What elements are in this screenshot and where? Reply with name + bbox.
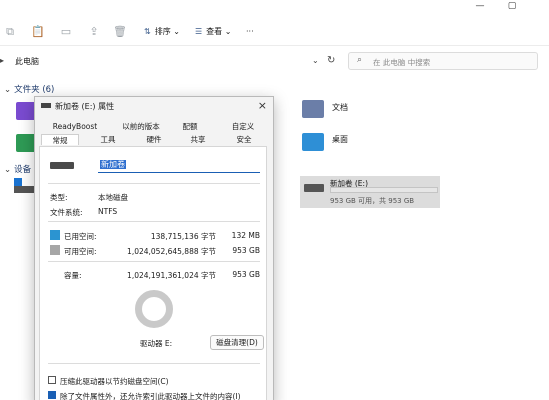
view-icon: ☰ — [195, 27, 203, 36]
used-space-label: 已用空间: — [64, 232, 97, 241]
desktop-folder-icon[interactable] — [302, 133, 324, 151]
disk-usage-donut — [135, 290, 173, 328]
tab-hardware[interactable]: 硬件 — [137, 134, 171, 145]
view-button[interactable]: ☰ 查看 ⌄ — [195, 25, 231, 39]
tab-strip: ReadyBoost 以前的版本 配额 自定义 常规 工具 硬件 共享 安全 — [39, 121, 267, 147]
tab-sharing[interactable]: 共享 — [181, 134, 215, 145]
minimize-button[interactable]: — — [465, 0, 495, 12]
free-space-swatch — [50, 245, 60, 255]
drive-usage-bar — [330, 187, 438, 193]
dialog-title: 新加卷 (E:) 属性 — [55, 102, 115, 111]
free-space-bytes: 1,024,052,645,888 字节 — [127, 247, 216, 256]
capacity-bytes: 1,024,191,361,024 字节 — [127, 271, 216, 280]
sort-label: 排序 — [154, 27, 171, 36]
dialog-titlebar[interactable]: 新加卷 (E:) 属性 × — [35, 97, 273, 115]
used-space-bytes: 138,715,136 字节 — [150, 232, 216, 241]
type-value: 本地磁盘 — [98, 193, 128, 202]
documents-folder-icon[interactable] — [302, 100, 324, 118]
used-space-size: 132 MB — [231, 231, 260, 240]
tab-previous-versions[interactable]: 以前的版本 — [115, 121, 167, 132]
devices-section-header[interactable]: ⌄ 设备 — [4, 163, 31, 175]
folders-section-header[interactable]: ⌄ 文件夹 (6) — [4, 83, 54, 95]
filesystem-value: NTFS — [98, 207, 118, 216]
compress-label: 压缩此驱动器以节约磁盘空间(C) — [60, 377, 169, 386]
drive-c-icon[interactable] — [14, 186, 36, 193]
tab-quota[interactable]: 配额 — [173, 121, 207, 132]
tab-readyboost[interactable]: ReadyBoost — [49, 121, 101, 132]
maximize-button[interactable]: ▢ — [497, 0, 527, 12]
tab-customize[interactable]: 自定义 — [223, 121, 263, 132]
breadcrumb[interactable]: 此电脑 — [15, 56, 39, 67]
chevron-down-icon: ⌄ — [173, 27, 180, 36]
disk-cleanup-button[interactable]: 磁盘清理(D) — [210, 335, 264, 350]
capacity-label: 容量: — [64, 271, 82, 280]
index-label: 除了文件属性外，还允许索引此驱动器上文件的内容(I) — [60, 392, 241, 400]
divider — [48, 363, 260, 364]
command-bar: ⧉ 📋 ▭ ⇪ 🗑 ⇅ 排序 ⌄ ☰ 查看 ⌄ ··· — [0, 18, 549, 46]
devices-header-text: 设备 — [14, 165, 32, 175]
free-space-label: 可用空间: — [64, 247, 97, 256]
divider — [48, 183, 260, 184]
free-space-size: 953 GB — [232, 246, 260, 255]
drive-letter-label: 驱动器 E: — [140, 339, 173, 348]
search-icon: ⌕ — [357, 55, 363, 65]
volume-name-value: 新加卷 — [100, 160, 126, 169]
chevron-down-icon[interactable]: ⌄ — [312, 56, 319, 65]
chevron-down-icon: ⌄ — [224, 27, 232, 36]
chevron-down-icon: ⌄ — [4, 165, 12, 175]
chevron-down-icon: ⌄ — [4, 85, 12, 95]
paste-icon[interactable]: 📋 — [30, 24, 46, 40]
delete-icon[interactable]: 🗑 — [112, 24, 128, 40]
divider — [48, 221, 260, 222]
used-space-swatch — [50, 230, 60, 240]
view-label: 查看 — [206, 27, 223, 36]
tab-security[interactable]: 安全 — [227, 134, 261, 145]
divider — [48, 261, 260, 262]
sort-button[interactable]: ⇅ 排序 ⌄ — [144, 25, 180, 39]
type-label: 类型: — [50, 193, 68, 202]
compress-checkbox[interactable] — [48, 376, 56, 384]
folder-desktop[interactable]: 桌面 — [332, 134, 348, 145]
capacity-size: 953 GB — [232, 270, 260, 279]
folder-documents[interactable]: 文档 — [332, 102, 348, 113]
general-tab-panel: 新加卷 类型: 本地磁盘 文件系统: NTFS 已用空间: 138,715,13… — [39, 146, 267, 400]
search-box[interactable]: ⌕ 在 此电脑 中搜索 — [348, 52, 538, 70]
properties-dialog: 新加卷 (E:) 属性 × ReadyBoost 以前的版本 配额 自定义 常规… — [34, 96, 274, 400]
drive-icon — [50, 162, 74, 169]
share-icon[interactable]: ⇪ — [86, 24, 102, 40]
drive-e-tile[interactable]: 新加卷 (E:) 953 GB 可用，共 953 GB — [300, 176, 440, 208]
tab-tools[interactable]: 工具 — [91, 134, 125, 145]
drive-icon — [304, 184, 324, 192]
sort-icon: ⇅ — [144, 27, 151, 36]
more-options-button[interactable]: ··· — [246, 25, 254, 39]
rename-icon[interactable]: ▭ — [58, 24, 74, 40]
index-checkbox[interactable] — [48, 391, 56, 399]
chevron-right-icon: ▸ — [0, 56, 5, 65]
filesystem-label: 文件系统: — [50, 208, 83, 217]
folders-header-text: 文件夹 (6) — [14, 85, 55, 95]
drive-icon — [41, 103, 51, 108]
address-bar[interactable]: ▸ 此电脑 ⌄ ↻ — [0, 52, 340, 70]
windows-drive-icon — [14, 178, 22, 186]
copy-icon[interactable]: ⧉ — [2, 24, 18, 40]
tab-general[interactable]: 常规 — [41, 134, 79, 145]
drive-free-text: 953 GB 可用，共 953 GB — [330, 197, 415, 205]
close-icon[interactable]: × — [258, 99, 267, 112]
search-placeholder: 在 此电脑 中搜索 — [373, 58, 431, 67]
volume-name-input[interactable]: 新加卷 — [98, 158, 260, 173]
refresh-icon[interactable]: ↻ — [327, 55, 335, 66]
